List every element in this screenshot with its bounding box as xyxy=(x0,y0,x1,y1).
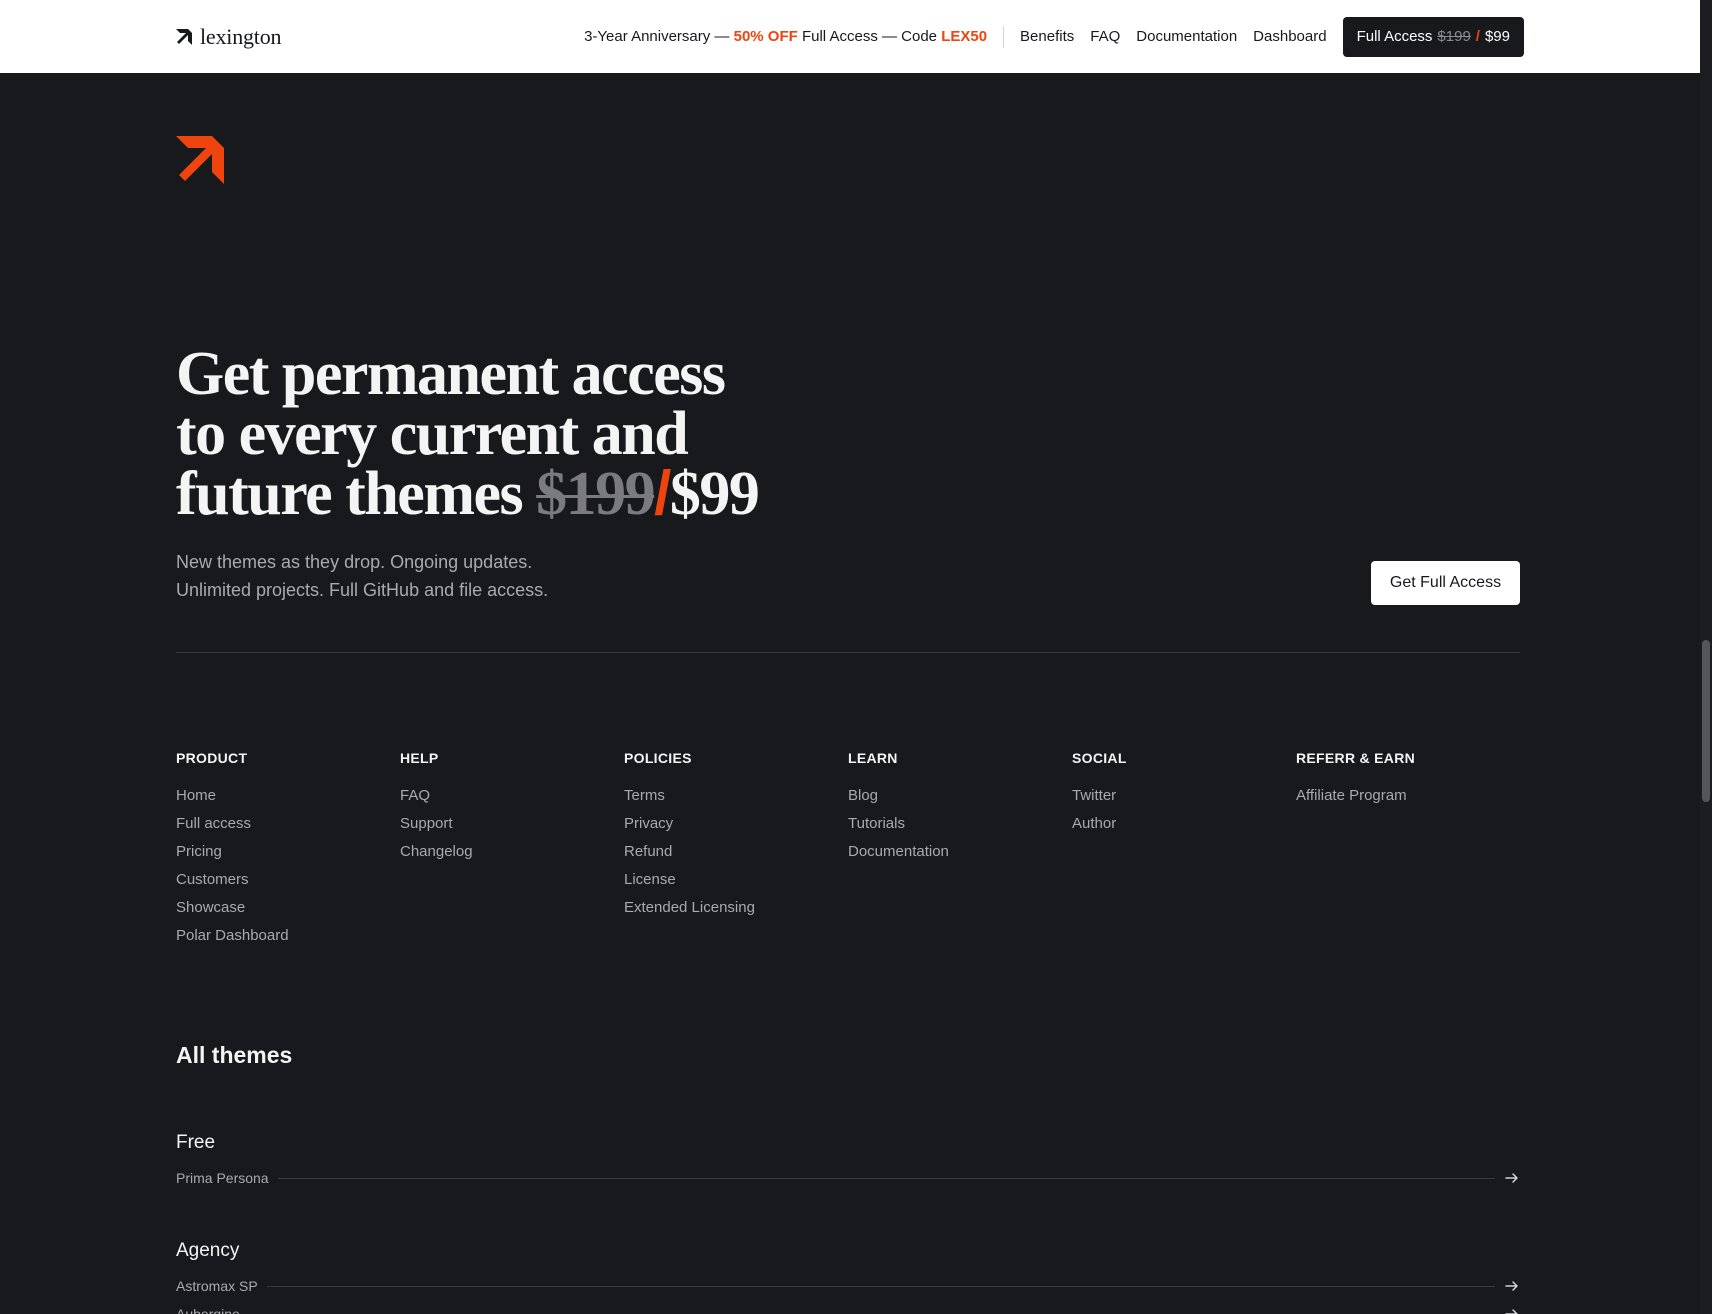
theme-group-title: Free xyxy=(176,1132,216,1153)
footer-link-polar-dashboard[interactable]: Polar Dashboard xyxy=(176,926,400,954)
nav-link-benefits[interactable]: Benefits xyxy=(1020,28,1074,45)
arrow-right-icon[interactable] xyxy=(1504,1170,1520,1186)
footer-link-full-access[interactable]: Full access xyxy=(176,814,400,842)
footer-link-list: Twitter Author xyxy=(1072,786,1296,842)
footer-link-blog[interactable]: Blog xyxy=(848,786,1072,814)
scrollbar-track[interactable] xyxy=(1700,0,1712,1314)
promo-banner: 3-Year Anniversary — 50% OFF Full Access… xyxy=(584,28,987,45)
footer-link-list: Terms Privacy Refund License Extended Li… xyxy=(624,786,848,926)
hero-subtitle-line2: Unlimited projects. Full GitHub and file… xyxy=(176,580,549,600)
theme-name: Aubergine xyxy=(176,1306,240,1314)
nav-link-documentation[interactable]: Documentation xyxy=(1136,28,1237,45)
hero-title-line3: future themes xyxy=(176,460,537,528)
hero-title: Get permanent access to every current an… xyxy=(176,343,1076,525)
footer-link-tutorials[interactable]: Tutorials xyxy=(848,814,1072,842)
footer-link-list: Affiliate Program xyxy=(1296,786,1520,814)
promo-discount: 50% OFF xyxy=(733,28,798,45)
full-access-button[interactable]: Full Access $199 / $99 xyxy=(1342,16,1524,57)
brand-link[interactable]: lexington xyxy=(176,23,282,50)
full-access-label: Full Access xyxy=(1356,28,1433,45)
footer-link-license[interactable]: License xyxy=(624,870,848,898)
theme-name: Astromax SP xyxy=(176,1278,258,1294)
footer-columns: PRODUCT Home Full access Pricing Custome… xyxy=(176,750,1520,954)
footer-link-showcase[interactable]: Showcase xyxy=(176,898,400,926)
footer-column-help: HELP FAQ Support Changelog xyxy=(400,750,624,954)
nav-link-dashboard[interactable]: Dashboard xyxy=(1253,28,1326,45)
footer-column-title: PRODUCT xyxy=(176,750,248,766)
hero-price-slash: / xyxy=(654,459,671,528)
footer-link-affiliate-program[interactable]: Affiliate Program xyxy=(1296,786,1520,814)
nav-right: 3-Year Anniversary — 50% OFF Full Access… xyxy=(584,16,1524,57)
theme-row[interactable]: Aubergine xyxy=(176,1300,1520,1314)
footer-column-title: REFERR & EARN xyxy=(1296,750,1416,766)
hero-subtitle: New themes as they drop. Ongoing updates… xyxy=(176,548,776,604)
footer-column-referr-earn: REFERR & EARN Affiliate Program xyxy=(1296,750,1520,954)
theme-name: Prima Persona xyxy=(176,1170,269,1186)
theme-group-free: Free Prima Persona xyxy=(176,1132,1520,1192)
lexington-large-logo-icon xyxy=(176,136,224,189)
hero-old-price: $199 xyxy=(536,460,656,528)
hero-new-price: $99 xyxy=(669,460,760,528)
theme-group-agency: Agency Astromax SP Aubergine xyxy=(176,1240,1520,1314)
theme-row[interactable]: Astromax SP xyxy=(176,1272,1520,1300)
footer-column-title: LEARN xyxy=(848,750,898,766)
footer-column-policies: POLICIES Terms Privacy Refund License Ex… xyxy=(624,750,848,954)
hero-subtitle-line1: New themes as they drop. Ongoing updates… xyxy=(176,552,533,572)
footer-link-author[interactable]: Author xyxy=(1072,814,1296,842)
theme-row[interactable]: Prima Persona xyxy=(176,1164,1520,1192)
section-divider xyxy=(176,652,1520,653)
footer-link-refund[interactable]: Refund xyxy=(624,842,848,870)
top-navbar: lexington 3-Year Anniversary — 50% OFF F… xyxy=(0,0,1700,73)
footer-link-home[interactable]: Home xyxy=(176,786,400,814)
full-access-new-price: $99 xyxy=(1484,28,1510,45)
hero-title-line1: Get permanent access xyxy=(176,340,726,408)
get-full-access-button[interactable]: Get Full Access xyxy=(1371,561,1520,605)
footer-link-extended-licensing[interactable]: Extended Licensing xyxy=(624,898,848,926)
footer-link-list: FAQ Support Changelog xyxy=(400,786,624,870)
footer-link-customers[interactable]: Customers xyxy=(176,870,400,898)
promo-middle: Full Access — Code xyxy=(797,28,942,45)
footer-link-twitter[interactable]: Twitter xyxy=(1072,786,1296,814)
brand-name: lexington xyxy=(200,23,282,49)
footer-link-privacy[interactable]: Privacy xyxy=(624,814,848,842)
theme-row-line xyxy=(277,1177,1495,1179)
lexington-logo-icon xyxy=(176,28,192,45)
footer-link-support[interactable]: Support xyxy=(400,814,624,842)
full-access-old-price: $199 xyxy=(1437,28,1471,45)
scrollbar-thumb[interactable] xyxy=(1702,640,1710,802)
footer-link-terms[interactable]: Terms xyxy=(624,786,848,814)
footer-column-title: POLICIES xyxy=(624,750,692,766)
footer-column-product: PRODUCT Home Full access Pricing Custome… xyxy=(176,750,400,954)
footer-link-faq[interactable]: FAQ xyxy=(400,786,624,814)
promo-code: LEX50 xyxy=(941,28,988,45)
hero-title-line2: to every current and xyxy=(176,400,689,468)
footer-column-learn: LEARN Blog Tutorials Documentation xyxy=(848,750,1072,954)
promo-prefix: 3-Year Anniversary — xyxy=(584,28,734,45)
footer-column-title: HELP xyxy=(400,750,439,766)
footer-link-documentation[interactable]: Documentation xyxy=(848,842,1072,870)
nav-links: Benefits FAQ Documentation Dashboard xyxy=(1020,28,1327,45)
theme-group-title: Agency xyxy=(176,1240,240,1261)
footer-link-pricing[interactable]: Pricing xyxy=(176,842,400,870)
all-themes-heading: All themes xyxy=(176,1042,293,1068)
footer-link-list: Blog Tutorials Documentation xyxy=(848,786,1072,870)
nav-separator xyxy=(1003,25,1005,48)
full-access-slash: / xyxy=(1475,28,1480,45)
arrow-right-icon[interactable] xyxy=(1504,1278,1520,1294)
arrow-right-icon[interactable] xyxy=(1504,1306,1520,1314)
theme-row-line xyxy=(266,1285,1495,1287)
footer-column-title: SOCIAL xyxy=(1072,750,1127,766)
nav-link-faq[interactable]: FAQ xyxy=(1090,28,1120,45)
footer-link-list: Home Full access Pricing Customers Showc… xyxy=(176,786,400,954)
footer-column-social: SOCIAL Twitter Author xyxy=(1072,750,1296,954)
footer-link-changelog[interactable]: Changelog xyxy=(400,842,624,870)
